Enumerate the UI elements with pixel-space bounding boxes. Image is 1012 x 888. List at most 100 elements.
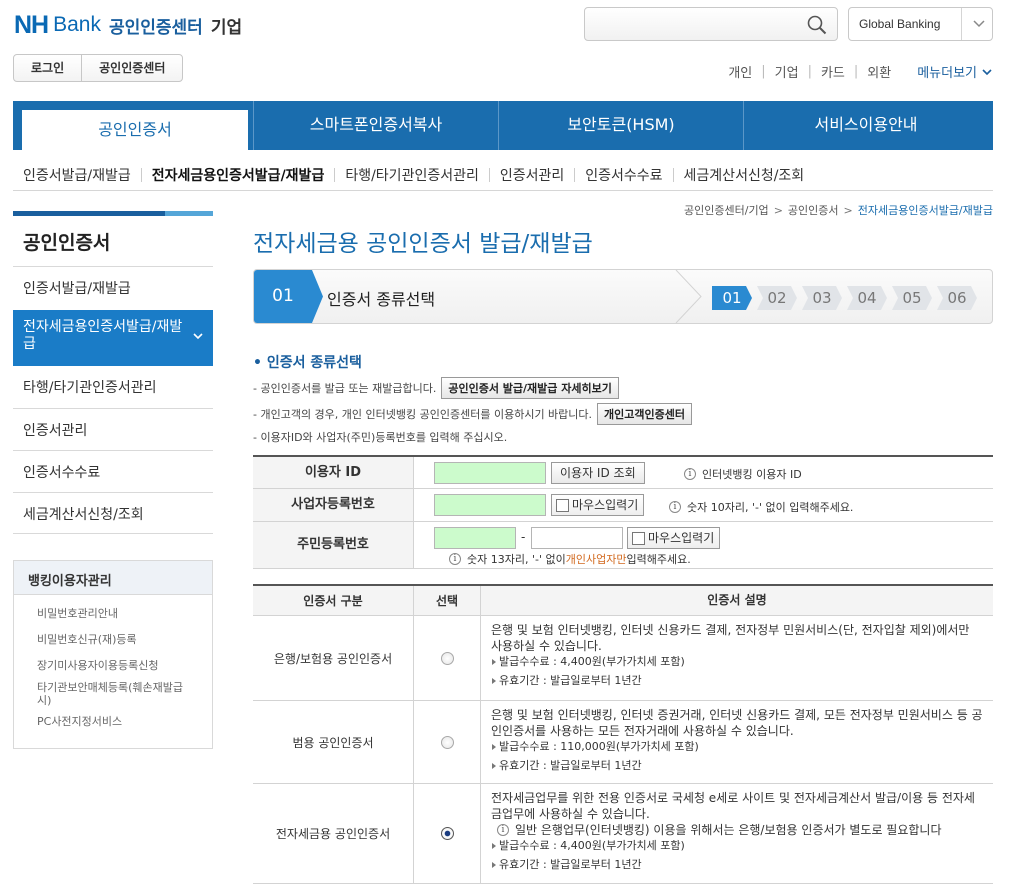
chevron-down-icon: [982, 68, 992, 75]
tab-service-guide[interactable]: 서비스이용안내: [743, 101, 988, 150]
resident-number-input-2[interactable]: [531, 527, 623, 549]
link-card[interactable]: 카드: [821, 62, 845, 81]
tab-smartphone-copy[interactable]: 스마트폰인증서복사: [253, 101, 498, 150]
chevron-down-icon: [193, 333, 203, 340]
box-item-security-media[interactable]: 타기관보안매체등록(훼손재발급시): [14, 681, 212, 715]
resident-number-input-1[interactable]: [434, 527, 516, 549]
row-user-id: 이용자 ID 이용자 ID 조회 i 인터넷뱅킹 이용자 ID: [253, 457, 993, 489]
banking-user-box: 뱅킹이용자관리 비밀번호관리안내 비밀번호신규(재)등록 장기미사용자이용등록신…: [13, 560, 213, 749]
cert-note-text: 일반 은행업무(인터넷뱅킹) 이용을 위해서는 은행/보험용 인증서가 별도로 …: [515, 823, 942, 837]
cert-fee: 발급수수료 : 4,400원(부가가치세 포함): [491, 654, 983, 670]
link-personal[interactable]: 개인: [728, 62, 752, 81]
tab-certificate[interactable]: 공인인증서: [22, 110, 248, 150]
step-divider-icon: [675, 270, 702, 323]
biz-number-input[interactable]: [434, 494, 546, 516]
search-icon[interactable]: [807, 15, 827, 35]
cert-center-button[interactable]: 공인인증센터: [81, 55, 182, 81]
resident-mouse-input-checkbox[interactable]: 마우스입력기: [627, 527, 721, 549]
cert-radio-bank[interactable]: [440, 651, 454, 665]
step-05: 05: [892, 286, 932, 310]
info-icon: i: [497, 824, 509, 836]
breadcrumb-current: 전자세금용인증서발급/재발급: [857, 204, 993, 217]
subnav-tax-invoice[interactable]: 세금계산서신청/조회: [674, 165, 815, 185]
sidebar-item-manage[interactable]: 인증서관리: [13, 408, 213, 450]
top-tabs: 로그인 공인인증센터: [13, 54, 184, 82]
cert-radio-general[interactable]: [440, 735, 454, 749]
user-id-input[interactable]: [434, 462, 546, 484]
section-title: • 인증서 종류선택: [253, 355, 362, 371]
step-indicator: 01 인증서 종류선택 01 02 03 04 05 06: [253, 269, 993, 324]
breadcrumb-cert[interactable]: 공인인증서: [788, 202, 839, 218]
personal-cert-center-button[interactable]: 개인고객인증센터: [597, 403, 693, 425]
cert-table: 인증서 구분 선택 인증서 설명 은행/보험용 공인인증서 은행 및 보험 인터…: [253, 584, 993, 884]
main-nav: 공인인증서 스마트폰인증서복사 보안토큰(HSM) 서비스이용안내: [13, 101, 993, 150]
sidebar-item-label: 전자세금용인증서발급/재발급: [23, 319, 183, 352]
sidebar-item-fee[interactable]: 인증서수수료: [13, 450, 213, 492]
breadcrumb: 공인인증센터/기업 > 공인인증서 > 전자세금용인증서발급/재발급: [684, 202, 993, 218]
top-links: 개인 | 기업 | 카드 | 외환 메뉴더보기: [728, 62, 993, 81]
cert-name: 범용 공인인증서: [253, 701, 414, 783]
chevron-down-icon[interactable]: [971, 16, 987, 32]
cert-table-header: 인증서 구분 선택 인증서 설명: [253, 586, 993, 616]
tab-security-token[interactable]: 보안토큰(HSM): [498, 101, 743, 150]
cert-note: i 일반 은행업무(인터넷뱅킹) 이용을 위해서는 은행/보험용 인증서가 별도로…: [491, 822, 983, 838]
sidebar-item-tax-issue[interactable]: 전자세금용인증서발급/재발급: [13, 310, 213, 366]
note-2: - 개인고객의 경우, 개인 인터넷뱅킹 공인인증센터를 이용하시기 바랍니다.…: [253, 403, 693, 425]
global-banking-label: Global Banking: [859, 17, 941, 31]
biz-mouse-input-checkbox[interactable]: 마우스입력기: [551, 494, 645, 516]
user-id-info: i 인터넷뱅킹 이용자 ID: [684, 466, 802, 482]
page-title: 전자세금용 공인인증서 발급/재발급: [253, 231, 593, 257]
note-1: - 공인인증서를 발급 또는 재발급합니다. 공인인증서 발급/재발급 자세히보…: [253, 377, 619, 399]
cert-radio-tax[interactable]: [440, 827, 454, 840]
breadcrumb-home[interactable]: 공인인증센터/기업: [684, 202, 769, 218]
link-corporate[interactable]: 기업: [775, 62, 799, 81]
step-number: 01: [254, 270, 312, 323]
logo-nh: NH: [14, 10, 49, 39]
link-foreign[interactable]: 외환: [867, 62, 891, 81]
input-form: 이용자 ID 이용자 ID 조회 i 인터넷뱅킹 이용자 ID 사업자등록번호 마…: [253, 455, 993, 569]
login-button[interactable]: 로그인: [14, 55, 81, 81]
table-row: 전자세금용 공인인증서 전자세금업무를 위한 전용 인증서로 국세청 e세로 사…: [253, 784, 993, 884]
menu-more-button[interactable]: 메뉴더보기: [917, 62, 993, 81]
sidebar-item-issue[interactable]: 인증서발급/재발급: [13, 266, 213, 308]
box-item-password-register[interactable]: 비밀번호신규(재)등록: [14, 633, 212, 659]
box-item-password-guide[interactable]: 비밀번호관리안내: [14, 607, 212, 633]
header-select: 선택: [414, 586, 481, 615]
sidebar-bar-accent: [165, 211, 213, 216]
logo-corp: 기업: [210, 17, 243, 38]
note-3: - 이용자ID와 사업자(주민)등록번호를 입력해 주십시오.: [253, 429, 507, 445]
section-title-text: 인증서 종류선택: [266, 355, 362, 371]
resident-number-label: 주민등록번호: [253, 522, 414, 568]
cert-desc: 은행 및 보험 인터넷뱅킹, 인터넷 증권거래, 인터넷 신용카드 결제, 모든…: [491, 708, 983, 738]
res-info-pre: 숫자 13자리, '-' 없이: [467, 553, 566, 566]
info-icon: i: [449, 553, 461, 565]
search-input[interactable]: [584, 7, 838, 41]
bank-logo[interactable]: NH Bank 공인인증센터 기업: [14, 10, 243, 39]
sidebar-item-other-bank[interactable]: 타행/타기관인증서관리: [13, 366, 213, 408]
sidebar-menu: 인증서발급/재발급 전자세금용인증서발급/재발급 타행/타기관인증서관리 인증서…: [13, 266, 213, 534]
box-item-dormant[interactable]: 장기미사용자이용등록신청: [14, 659, 212, 681]
subnav-fee[interactable]: 인증서수수료: [575, 165, 672, 185]
user-id-info-text: 인터넷뱅킹 이용자 ID: [702, 468, 802, 481]
step-02: 02: [757, 286, 797, 310]
global-banking-select[interactable]: Global Banking: [848, 7, 993, 41]
detail-view-button[interactable]: 공인인증서 발급/재발급 자세히보기: [441, 377, 619, 399]
user-id-lookup-button[interactable]: 이용자 ID 조회: [551, 462, 645, 484]
subnav-tax-issue[interactable]: 전자세금용인증서발급/재발급: [142, 165, 335, 185]
user-id-label: 이용자 ID: [253, 457, 414, 488]
cert-validity: 유효기간 : 발급일로부터 1년간: [491, 857, 983, 873]
step-01: 01: [712, 286, 752, 310]
sidebar-item-tax-invoice[interactable]: 세금계산서신청/조회: [13, 492, 213, 534]
logo-service: 공인인증센터: [108, 17, 203, 38]
resident-number-info: i 숫자 13자리, '-' 없이 개인사업자만 입력해주세요.: [449, 551, 691, 567]
step-04: 04: [847, 286, 887, 310]
subnav-manage[interactable]: 인증서관리: [490, 165, 574, 185]
cert-name: 전자세금용 공인인증서: [253, 784, 414, 883]
subnav-issue[interactable]: 인증서발급/재발급: [13, 165, 141, 185]
dash-text: -: [521, 530, 526, 544]
note-1-text: - 공인인증서를 발급 또는 재발급합니다.: [253, 382, 437, 395]
box-item-pc-designation[interactable]: PC사전지정서비스: [14, 715, 212, 735]
subnav-other-bank[interactable]: 타행/타기관인증서관리: [335, 165, 489, 185]
info-icon: i: [669, 501, 681, 513]
biz-number-label: 사업자등록번호: [253, 489, 414, 521]
